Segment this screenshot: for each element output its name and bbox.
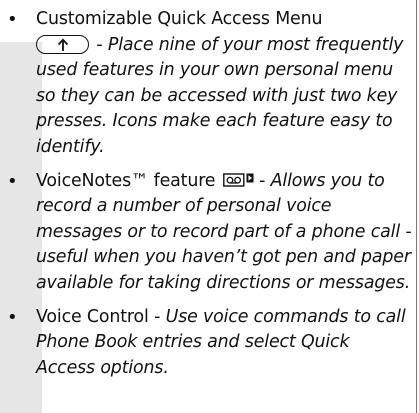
- feature-title: Voice Control: [36, 306, 149, 327]
- separator: -: [148, 306, 166, 327]
- feature-title: Customizable Quick Access Menu: [36, 9, 323, 29]
- bullet-icon: •: [7, 170, 18, 192]
- up-arrow-key-icon: [36, 35, 89, 55]
- feature-title: VoiceNotes™ feature: [36, 170, 216, 191]
- separator: -: [253, 170, 271, 191]
- feature-item-voice-control: • Voice Control - Use voice commands to …: [0, 305, 412, 382]
- feature-list: • Customizable Quick Access Menu - Place…: [0, 7, 412, 389]
- bullet-icon: •: [7, 306, 18, 328]
- page-rule: [416, 0, 417, 413]
- feature-item-voicenotes: • VoiceNotes™ feature - Allows you to re…: [0, 169, 412, 297]
- separator: -: [91, 34, 108, 55]
- feature-item-quick-access: • Customizable Quick Access Menu - Place…: [0, 7, 412, 161]
- manual-page: • Customizable Quick Access Menu - Place…: [0, 0, 419, 413]
- voicenotes-icon: [222, 171, 254, 187]
- bullet-icon: •: [7, 9, 18, 30]
